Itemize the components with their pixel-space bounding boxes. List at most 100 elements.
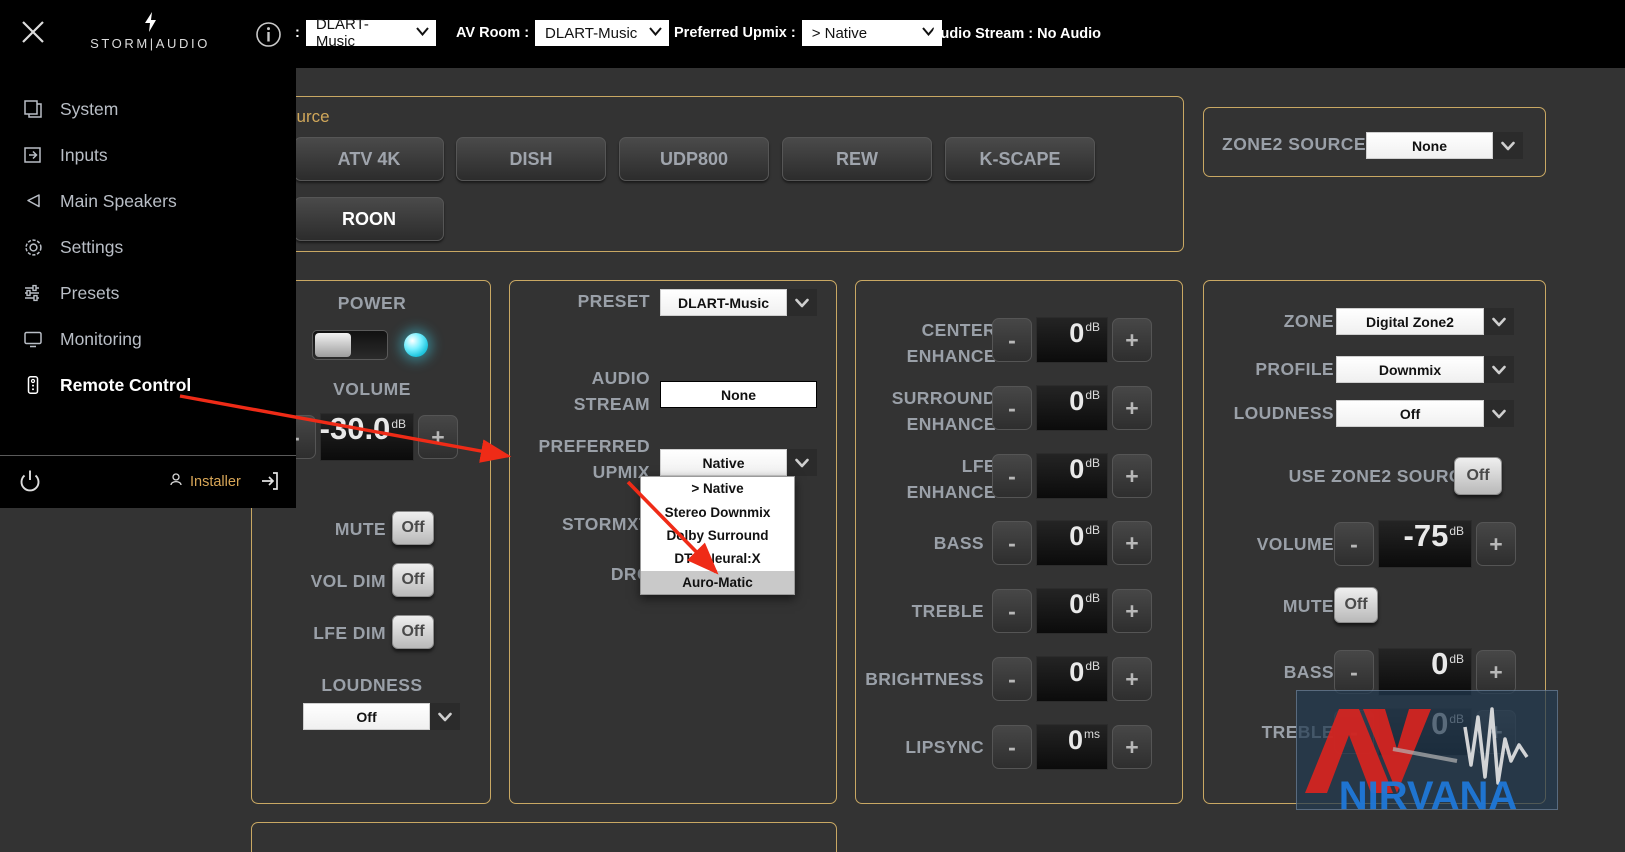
treble-unit: dB — [1085, 591, 1100, 605]
dropdown-option-native[interactable]: > Native — [641, 477, 794, 500]
top-preset-select[interactable]: DLART-Music — [305, 16, 436, 50]
lipsync-minus-button[interactable]: - — [992, 725, 1032, 769]
chevron-down-icon — [1493, 132, 1523, 159]
source-button-rew[interactable]: REW — [782, 137, 932, 181]
logout-icon[interactable] — [258, 470, 280, 497]
source-button-atv4k[interactable]: ATV 4K — [294, 137, 444, 181]
treble-minus-button[interactable]: - — [992, 589, 1032, 633]
bass-plus-button[interactable]: + — [1112, 521, 1152, 565]
volume-label: VOLUME — [333, 379, 411, 399]
zone-loudness-select[interactable]: Off — [1336, 400, 1514, 427]
power-switch[interactable] — [312, 330, 388, 360]
preferred-upmix-label-line1: PREFERRED — [538, 436, 650, 456]
zone2-source-select[interactable]: None — [1366, 132, 1523, 159]
sidebar-item-presets[interactable]: Presets — [0, 270, 296, 316]
treble-plus-button[interactable]: + — [1112, 589, 1152, 633]
sidebar-item-label: Settings — [60, 236, 124, 257]
installer-user[interactable]: Installer — [168, 472, 241, 492]
brightness-plus-button[interactable]: + — [1112, 657, 1152, 701]
center-enhance-label-line2: ENHANCE — [906, 346, 996, 366]
remote-control-screen: STORM|AUDIO : DLART-Music AV Room : DLAR… — [0, 0, 1625, 852]
sidebar-item-label: System — [60, 98, 119, 119]
zone-bass-minus-button[interactable]: - — [1334, 650, 1374, 694]
lfe-dim-toggle[interactable]: Off — [392, 615, 434, 649]
surround-enhance-plus-button[interactable]: + — [1112, 386, 1152, 430]
sidebar-item-monitoring[interactable]: Monitoring — [0, 316, 296, 362]
source-button-label: ATV 4K — [337, 148, 401, 169]
source-button-dish[interactable]: DISH — [456, 137, 606, 181]
sidebar-item-system[interactable]: System — [0, 86, 296, 132]
lipsync-value-display: 0 ms — [1036, 724, 1108, 770]
brightness-value: 0 — [1069, 657, 1085, 687]
av-room-select[interactable]: DLART-Music — [535, 20, 670, 46]
bass-value: 0 — [1069, 521, 1085, 551]
center-enhance-value-display: 0 dB — [1036, 317, 1108, 363]
sidebar-menu: System Inputs Main Speakers Settings Pre… — [0, 0, 296, 508]
sidebar-item-remote-control[interactable]: Remote Control — [0, 362, 296, 408]
surround-enhance-minus-button[interactable]: - — [992, 386, 1032, 430]
top-upmix-label: Preferred Upmix : — [674, 25, 796, 41]
source-button-roon[interactable]: ROON — [294, 197, 444, 241]
power-icon[interactable] — [16, 468, 44, 496]
zone-bass-unit: dB — [1449, 652, 1464, 666]
source-button-label: DISH — [509, 148, 553, 169]
bass-label: BASS — [933, 533, 984, 553]
sidebar-item-main-speakers[interactable]: Main Speakers — [0, 178, 296, 224]
dropdown-option-dts-neural-x[interactable]: DTS Neural:X — [641, 547, 794, 570]
chevron-down-icon — [649, 27, 662, 39]
brightness-minus-button[interactable]: - — [992, 657, 1032, 701]
main-source-panel: Main source ATV 4K DISH UDP800 REW K-SCA… — [180, 96, 1184, 252]
zone-volume-plus-button[interactable]: + — [1476, 522, 1516, 566]
info-icon[interactable] — [255, 21, 282, 48]
loudness-select[interactable]: Off — [303, 703, 460, 730]
center-enhance-minus-button[interactable]: - — [992, 318, 1032, 362]
top-upmix-select[interactable]: > Native — [801, 20, 942, 46]
zone-bass-plus-button[interactable]: + — [1476, 650, 1516, 694]
preferred-upmix-dropdown-list[interactable]: > Native Stereo Downmix Dolby Surround D… — [640, 476, 795, 595]
lfe-enhance-value: 0 — [1069, 454, 1085, 484]
zone-volume-value-display: -75 dB — [1378, 520, 1472, 568]
profile-select[interactable]: Downmix — [1336, 356, 1514, 383]
bass-minus-button[interactable]: - — [992, 521, 1032, 565]
lipsync-unit: ms — [1084, 727, 1100, 741]
dropdown-option-dolby-surround[interactable]: Dolby Surround — [641, 524, 794, 547]
source-button-kscape[interactable]: K-SCAPE — [945, 137, 1095, 181]
lfe-enhance-plus-button[interactable]: + — [1112, 454, 1152, 498]
zone-volume-minus-button[interactable]: - — [1334, 522, 1374, 566]
chevron-down-icon — [787, 449, 817, 476]
zone-value: Digital Zone2 — [1336, 308, 1484, 335]
close-icon[interactable] — [8, 10, 58, 54]
bottom-panel-left — [251, 822, 837, 852]
sidebar-item-inputs[interactable]: Inputs — [0, 132, 296, 178]
bass-value-display: 0 dB — [1036, 520, 1108, 566]
vol-dim-toggle[interactable]: Off — [392, 563, 434, 597]
mute-label: MUTE — [334, 519, 386, 539]
dropdown-option-stereo-downmix[interactable]: Stereo Downmix — [641, 500, 794, 523]
use-zone2-source-label: USE ZONE2 SOURCE — [1288, 466, 1474, 486]
center-enhance-unit: dB — [1085, 320, 1100, 334]
sidebar-item-settings[interactable]: Settings — [0, 224, 296, 270]
preset-select[interactable]: DLART-Music — [660, 289, 817, 316]
top-preset-prefix: : — [295, 25, 300, 41]
mute-toggle[interactable]: Off — [392, 511, 434, 545]
av-room-value: DLART-Music — [545, 24, 638, 42]
use-zone2-source-toggle[interactable]: Off — [1454, 457, 1502, 495]
source-button-label: UDP800 — [659, 148, 729, 169]
zone-volume-unit: dB — [1449, 524, 1464, 538]
center-enhance-plus-button[interactable]: + — [1112, 318, 1152, 362]
lipsync-plus-button[interactable]: + — [1112, 725, 1152, 769]
source-button-label: K-SCAPE — [979, 148, 1061, 169]
zone-select[interactable]: Digital Zone2 — [1336, 308, 1514, 335]
source-button-udp800[interactable]: UDP800 — [619, 137, 769, 181]
volume-plus-button[interactable]: + — [418, 415, 458, 459]
zone-bass-value: 0 — [1431, 646, 1449, 681]
dropdown-option-auro-matic[interactable]: Auro-Matic — [641, 570, 794, 594]
sidebar-item-label: Inputs — [60, 144, 108, 165]
lfe-enhance-minus-button[interactable]: - — [992, 454, 1032, 498]
sidebar-item-label: Remote Control — [60, 374, 192, 395]
preferred-upmix-select[interactable]: Native — [660, 449, 817, 476]
treble-value-display: 0 dB — [1036, 588, 1108, 634]
chevron-down-icon — [416, 27, 429, 39]
zone-mute-toggle[interactable]: Off — [1334, 587, 1378, 623]
treble-stepper: - 0 dB + — [992, 588, 1152, 634]
